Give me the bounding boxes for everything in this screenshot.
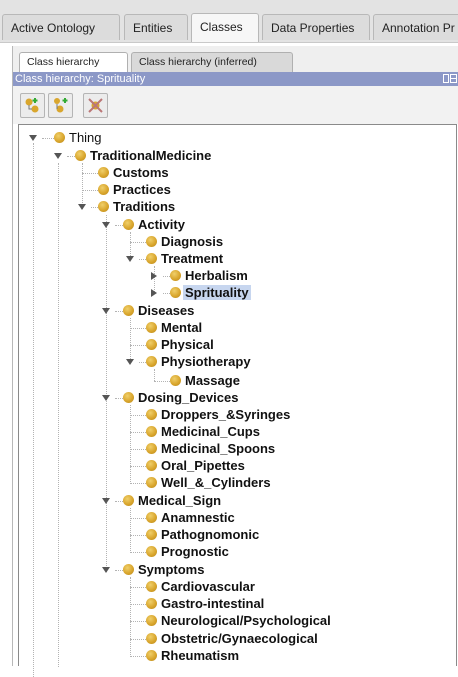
class-icon: [98, 184, 109, 195]
tree-node-label: Gastro-intestinal: [161, 596, 265, 611]
tree-node-label: Massage: [185, 373, 240, 388]
class-icon: [146, 356, 157, 367]
class-icon: [146, 633, 157, 644]
collapse-traditionalmedicine-icon[interactable]: [54, 152, 62, 160]
collapse-traditions-icon[interactable]: [78, 203, 86, 211]
tree-node-label: Neurological/Psychological: [161, 613, 331, 628]
expand-herbalism-icon[interactable]: [150, 272, 158, 280]
tree-node-label: Medicinal_Cups: [161, 424, 260, 439]
tree-node-label: Prognostic: [161, 544, 229, 559]
class-icon: [146, 460, 157, 471]
expand-sprituality-icon[interactable]: [150, 289, 158, 297]
collapse-medical-sign-icon[interactable]: [102, 497, 110, 505]
class-icon: [98, 201, 109, 212]
collapse-treatment-icon[interactable]: [126, 255, 134, 263]
tree-node-label: Practices: [113, 182, 171, 197]
tree-node-label: Well_&_Cylinders: [161, 475, 271, 490]
class-icon: [146, 253, 157, 264]
tree-node-label: Medical_Sign: [138, 493, 222, 508]
collapse-dosing-devices-icon[interactable]: [102, 394, 110, 402]
class-icon: [146, 236, 157, 247]
class-icon: [123, 305, 134, 316]
tree-node-label: Droppers_&Syringes: [161, 407, 291, 422]
class-tree: Thing TraditionalMedicine Customs Practi…: [18, 124, 457, 677]
class-icon: [146, 598, 157, 609]
class-icon: [123, 564, 134, 575]
tree-node-label: Oral_Pipettes: [161, 458, 245, 473]
class-icon: [146, 650, 157, 661]
class-icon: [146, 409, 157, 420]
class-icon: [170, 270, 181, 281]
class-icon: [54, 132, 65, 143]
class-icon: [146, 529, 157, 540]
class-icon: [146, 322, 157, 333]
tree-node-label: Mental: [161, 320, 203, 335]
tree-node-label: Physiotherapy: [161, 354, 251, 369]
class-icon: [146, 443, 157, 454]
tree-node-label: Diseases: [138, 303, 195, 318]
tree-node-label: Herbalism: [185, 268, 248, 283]
class-icon: [146, 546, 157, 557]
collapse-activity-icon[interactable]: [102, 221, 110, 229]
tree-node-label: Traditions: [113, 199, 176, 214]
tree-node-label: Medicinal_Spoons: [161, 441, 276, 456]
collapse-diseases-icon[interactable]: [102, 307, 110, 315]
tree-node-label: TraditionalMedicine: [90, 148, 212, 163]
class-icon: [146, 615, 157, 626]
class-icon: [146, 339, 157, 350]
class-icon: [146, 512, 157, 523]
collapse-physiotherapy-icon[interactable]: [126, 358, 134, 366]
tree-node-label: Diagnosis: [161, 234, 224, 249]
tree-node-label-selected: Sprituality: [183, 285, 251, 300]
class-icon: [146, 477, 157, 488]
collapse-thing-icon[interactable]: [29, 134, 37, 142]
tree-node-label: Dosing_Devices: [138, 390, 239, 405]
tree-node-label: Physical: [161, 337, 214, 352]
class-hierarchy-panel: Class hierarchy Class hierarchy (inferre…: [12, 46, 458, 677]
class-icon: [98, 167, 109, 178]
class-icon: [170, 375, 181, 386]
tree-node-label: Obstetric/Gynaecological: [161, 631, 318, 646]
class-icon: [123, 495, 134, 506]
tree-node-label: Customs: [113, 165, 169, 180]
tree-node-label: Symptoms: [138, 562, 205, 577]
tree-node-label: Treatment: [161, 251, 224, 266]
tree-node-label: Pathognomonic: [161, 527, 260, 542]
tree-node-label: Activity: [138, 217, 185, 232]
tree-node-label: Thing: [69, 130, 102, 145]
class-icon: [123, 219, 134, 230]
class-icon: [170, 287, 181, 298]
class-icon: [75, 150, 86, 161]
class-icon: [123, 392, 134, 403]
class-icon: [146, 426, 157, 437]
tree-node-label: Cardiovascular: [161, 579, 255, 594]
class-icon: [146, 581, 157, 592]
collapse-symptoms-icon[interactable]: [102, 566, 110, 574]
tree-node-label: Rheumatism: [161, 648, 240, 663]
tree-node-label: Anamnestic: [161, 510, 235, 525]
